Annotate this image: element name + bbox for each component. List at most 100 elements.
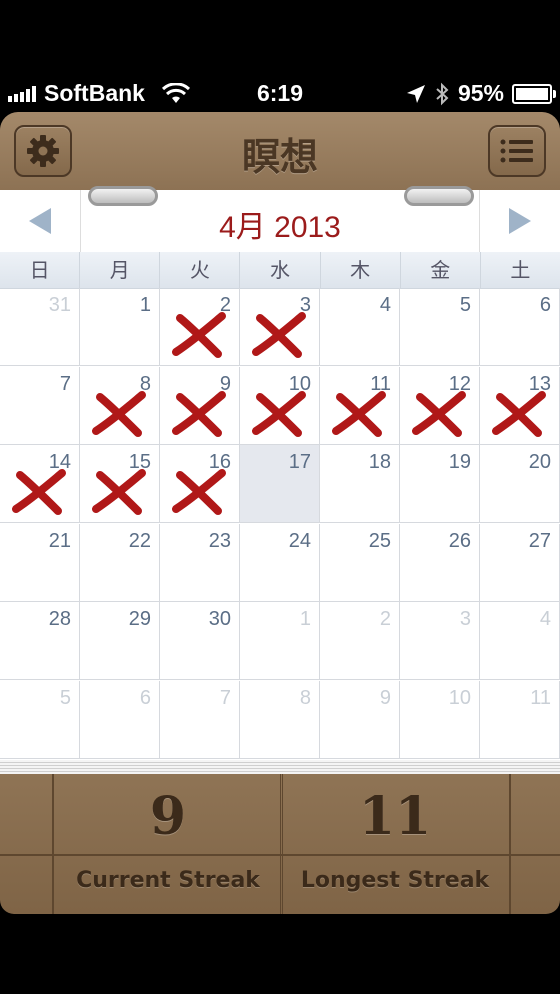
day-cell[interactable]: 13	[480, 366, 560, 445]
day-cell[interactable]: 1	[80, 288, 160, 366]
day-cell[interactable]: 5	[0, 681, 80, 759]
day-cell[interactable]: 11	[320, 366, 400, 445]
day-cell[interactable]: 5	[400, 288, 480, 366]
day-number: 26	[448, 529, 471, 552]
day-number: 9	[379, 687, 391, 709]
day-number: 28	[48, 608, 71, 631]
current-streak-label: Current Streak	[76, 868, 260, 893]
current-streak: 9 Current Streak	[52, 774, 283, 914]
menu-button[interactable]	[488, 125, 546, 177]
red-x-mark-icon	[92, 390, 146, 437]
day-cell[interactable]: 29	[80, 602, 160, 681]
day-cell[interactable]: 28	[0, 602, 80, 681]
day-number: 24	[288, 529, 311, 552]
day-cell[interactable]: 2	[160, 288, 240, 366]
month-label: 4月 2013	[219, 211, 341, 244]
location-arrow-icon	[406, 84, 425, 103]
day-cell[interactable]: 24	[240, 523, 320, 602]
list-icon	[500, 139, 533, 163]
day-cell[interactable]: 23	[160, 523, 240, 602]
day-number: 23	[208, 529, 231, 552]
month-bar: 4月 2013	[0, 190, 560, 253]
day-cell[interactable]: 7	[160, 681, 240, 759]
current-streak-value: 9	[149, 786, 187, 847]
app-header: 瞑想	[0, 112, 560, 190]
day-cell[interactable]: 4	[480, 602, 560, 681]
day-cell[interactable]: 14	[0, 445, 80, 524]
red-x-mark-icon	[92, 469, 146, 516]
day-number: 17	[288, 451, 311, 474]
day-number: 5	[459, 294, 471, 316]
streak-panel: 9 Current Streak 11 Longest Streak	[0, 774, 560, 914]
day-cell[interactable]: 2	[320, 602, 400, 681]
day-cell[interactable]: 10	[400, 681, 480, 759]
day-number: 1	[139, 294, 151, 316]
red-x-mark-icon	[252, 390, 306, 437]
day-cell[interactable]: 27	[480, 523, 560, 602]
day-cell[interactable]: 25	[320, 523, 400, 602]
day-cell-today[interactable]: 17	[240, 445, 320, 524]
day-cell[interactable]: 22	[80, 523, 160, 602]
day-cell[interactable]: 30	[160, 602, 240, 681]
day-cell[interactable]: 8	[240, 681, 320, 759]
day-grid: 31 1 2 3 4 5 6 7 8 9 10 11 12 13 14 15 16 17 18 19 20 21 22 23 2…	[0, 288, 560, 760]
day-cell[interactable]: 12	[400, 366, 480, 445]
day-cell[interactable]: 3	[400, 602, 480, 681]
day-cell[interactable]: 7	[0, 366, 80, 445]
day-cell[interactable]: 6	[80, 681, 160, 759]
day-number: 4	[539, 608, 551, 631]
day-cell[interactable]: 19	[400, 445, 480, 524]
day-number: 21	[48, 529, 71, 552]
paper-clip-icon	[404, 186, 474, 206]
day-cell[interactable]: 10	[240, 366, 320, 445]
day-number: 27	[528, 529, 551, 552]
day-number: 30	[208, 608, 231, 631]
day-cell[interactable]: 31	[0, 288, 80, 366]
battery-percent: 95%	[457, 80, 504, 106]
day-cell[interactable]: 9	[320, 681, 400, 759]
day-cell[interactable]: 20	[480, 445, 560, 524]
day-cell[interactable]: 15	[80, 445, 160, 524]
day-cell[interactable]: 1	[240, 602, 320, 681]
day-number: 25	[368, 529, 391, 552]
day-number: 1	[299, 608, 311, 631]
day-cell[interactable]: 18	[320, 445, 400, 524]
day-number: 8	[299, 687, 311, 709]
day-number: 3	[459, 608, 471, 631]
red-x-mark-icon	[492, 390, 546, 437]
day-cell[interactable]: 3	[240, 288, 320, 366]
day-cell[interactable]: 26	[400, 523, 480, 602]
red-x-mark-icon	[172, 469, 226, 516]
red-x-mark-icon	[172, 390, 226, 437]
day-number: 6	[139, 687, 151, 709]
day-number: 2	[379, 608, 391, 631]
day-cell[interactable]: 9	[160, 366, 240, 445]
weekday-label: 月	[79, 252, 159, 288]
day-number: 6	[539, 294, 551, 316]
paper-clip-icon	[88, 186, 158, 206]
weekday-label: 木	[319, 252, 400, 288]
weekday-label: 日	[29, 258, 50, 282]
longest-streak-value: 11	[358, 786, 432, 847]
day-number: 19	[448, 451, 471, 474]
longest-streak: 11 Longest Streak	[280, 774, 511, 914]
day-number: 10	[448, 687, 471, 709]
day-number: 18	[368, 451, 391, 474]
next-month-button[interactable]	[479, 190, 560, 252]
red-x-mark-icon	[12, 469, 66, 516]
weekday-label: 水	[239, 252, 319, 288]
day-cell[interactable]: 8	[80, 366, 160, 445]
calendar: 4月 2013 日 月 火 水 木 金 土 31 1 2 3 4 5 6 7 8 9 10 11 12 1…	[0, 186, 560, 760]
day-cell[interactable]: 16	[160, 445, 240, 524]
day-number: 29	[128, 608, 151, 631]
day-number: 7	[219, 687, 231, 709]
page-title: 瞑想	[241, 135, 318, 179]
weekday-label: 火	[159, 252, 239, 288]
day-cell[interactable]: 11	[480, 681, 560, 759]
weekday-header: 日 月 火 水 木 金 土	[0, 252, 560, 289]
day-number: 7	[59, 372, 71, 395]
day-cell[interactable]: 21	[0, 523, 80, 602]
day-number: 20	[528, 451, 551, 474]
day-cell[interactable]: 4	[320, 288, 400, 366]
day-cell[interactable]: 6	[480, 288, 560, 366]
